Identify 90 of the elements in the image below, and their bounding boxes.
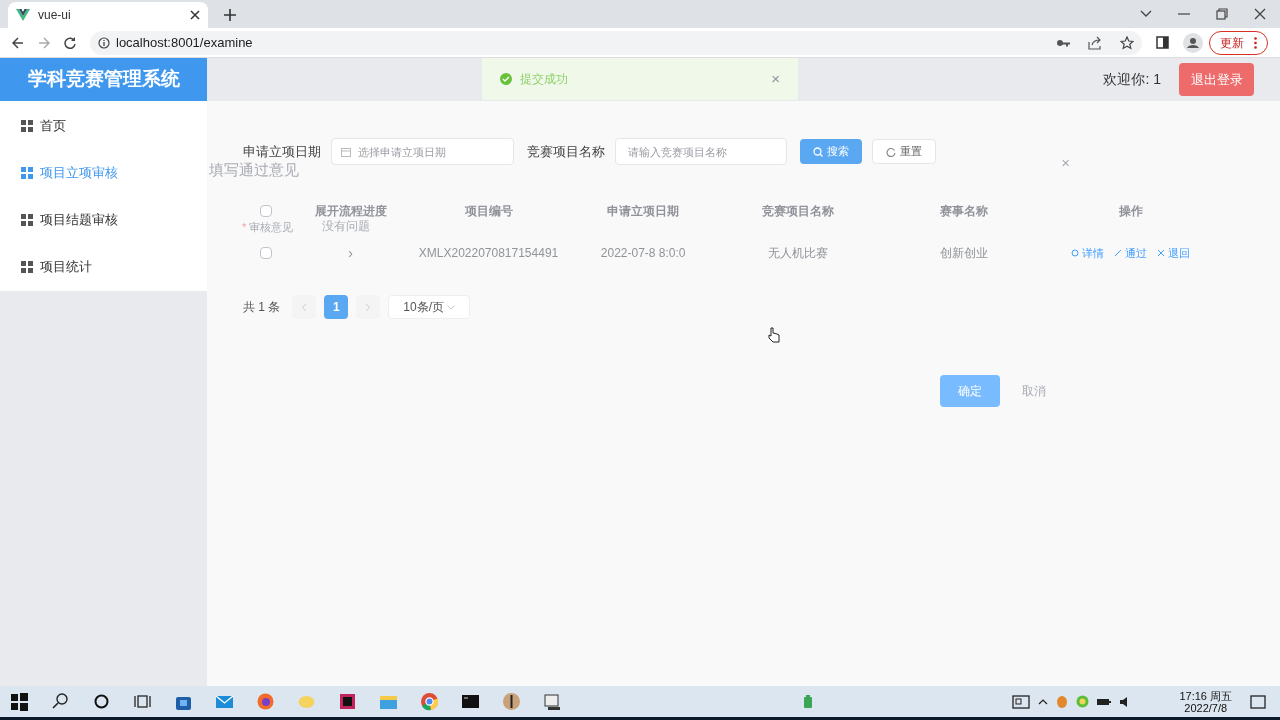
chrome-icon	[419, 691, 440, 712]
app-title: 学科竞赛管理系统	[0, 58, 207, 101]
battery-icon	[1097, 697, 1112, 706]
welcome-text: 欢迎你: 1	[1103, 70, 1161, 89]
table-cell-text: 创新创业	[940, 245, 989, 262]
input-text: 没有问题	[322, 218, 370, 235]
browser-tab[interactable]: vue-ui	[8, 2, 208, 28]
close-icon	[1254, 8, 1266, 20]
clock-time: 17:16 周五	[1179, 689, 1232, 702]
column-header: 展开流程进度	[314, 203, 387, 220]
close-icon	[190, 10, 200, 20]
page-button[interactable]: 1	[324, 295, 349, 319]
field-label: 竞赛项目名称	[527, 142, 605, 161]
browser-icon	[255, 691, 276, 712]
expand-toggle[interactable]: ›	[348, 242, 353, 264]
more-icon	[1254, 36, 1257, 49]
column-header: 申请立项日期	[607, 203, 680, 220]
notification-icon	[1250, 694, 1266, 709]
menu-item[interactable]: 项目结题审核	[0, 196, 207, 243]
battery-app-icon	[803, 694, 813, 709]
close-button[interactable]: ×	[1061, 152, 1070, 175]
calendar-icon	[341, 147, 351, 157]
back-icon	[12, 36, 24, 49]
confirm-button[interactable]: 确定	[940, 375, 1000, 407]
address-bar[interactable]: localhost:8001/examine	[90, 30, 1142, 55]
refresh-icon	[886, 146, 896, 157]
profile-icon	[1183, 32, 1203, 53]
tab-title: vue-ui	[38, 7, 72, 24]
reload-icon	[64, 36, 76, 49]
grid-icon	[21, 260, 33, 273]
close-icon	[1157, 249, 1166, 257]
reject-link[interactable]: 退回	[1157, 244, 1191, 262]
chevron-left-icon	[301, 302, 308, 312]
star-icon	[1120, 35, 1134, 50]
table-cell-text: 无人机比赛	[767, 245, 828, 262]
restore-icon	[1216, 8, 1228, 20]
column-header: 赛事名称	[940, 203, 989, 220]
chevron-up-icon	[1038, 698, 1049, 705]
table-cell-text: 2022-07-8 8:0:0	[600, 245, 686, 262]
info-icon	[98, 36, 110, 49]
key-icon	[1056, 38, 1070, 47]
minimize-icon	[1178, 13, 1190, 15]
field-label: * 审核意见	[242, 220, 294, 235]
side-panel-icon	[1156, 36, 1169, 49]
search-button[interactable]: 搜索	[800, 139, 862, 164]
field-label: 申请立项日期	[243, 142, 321, 161]
logout-button[interactable]: 退出登录	[1179, 63, 1254, 96]
column-header: 竞赛项目名称	[761, 203, 834, 220]
input-field[interactable]: 请输入竞赛项目名称	[615, 138, 787, 165]
menu-item[interactable]: 首页	[0, 102, 207, 149]
cancel-button[interactable]: 取消	[1022, 375, 1046, 407]
forward-icon	[38, 36, 50, 49]
url-text: localhost:8001/examine	[116, 33, 254, 52]
grid-icon	[21, 119, 33, 132]
ide-icon	[337, 691, 358, 712]
check-circle-icon	[500, 73, 512, 85]
checkbox[interactable]	[259, 247, 272, 259]
grid-icon	[21, 166, 33, 179]
clock-date: 2022/7/8	[1184, 701, 1228, 714]
checkbox[interactable]	[259, 205, 272, 217]
reset-button[interactable]: 重置	[872, 139, 936, 164]
total-count: 共 1 条	[243, 299, 281, 316]
page-size-select[interactable]: 10条/页	[388, 295, 471, 319]
approve-link[interactable]: 通过	[1114, 244, 1148, 262]
new-tab-icon	[224, 9, 236, 21]
date-field[interactable]: 选择申请立项日期	[331, 138, 514, 165]
chevron-right-icon	[365, 302, 372, 312]
menu-item[interactable]: 项目立项审核	[0, 149, 207, 196]
sync-icon	[1076, 695, 1090, 708]
windows-icon	[9, 691, 30, 712]
share-icon	[1088, 35, 1102, 50]
next-page-button[interactable]	[356, 295, 381, 319]
close-button[interactable]: ×	[771, 67, 780, 91]
hand-cursor-icon	[768, 327, 780, 343]
vue-logo-icon	[16, 9, 30, 21]
table-cell-text: XMLX2022070817154491	[418, 245, 559, 262]
remote-desktop-icon	[542, 691, 563, 712]
menu-item[interactable]: 项目统计	[0, 243, 207, 290]
edit-icon	[1114, 249, 1123, 257]
chevron-down-icon	[447, 304, 456, 310]
keyboard-icon	[1012, 694, 1031, 709]
chevron-down-icon	[1140, 10, 1152, 18]
dialog-title: 填写通过意见	[209, 160, 299, 180]
grid-icon	[21, 213, 33, 226]
success-toast: 提交成功 ×	[482, 58, 798, 100]
column-header: 操作	[1118, 203, 1143, 220]
previous-page-button[interactable]	[292, 295, 317, 319]
detail-link[interactable]: 详情	[1071, 244, 1105, 262]
app-icon	[501, 691, 522, 712]
column-header: 项目编号	[464, 203, 513, 220]
